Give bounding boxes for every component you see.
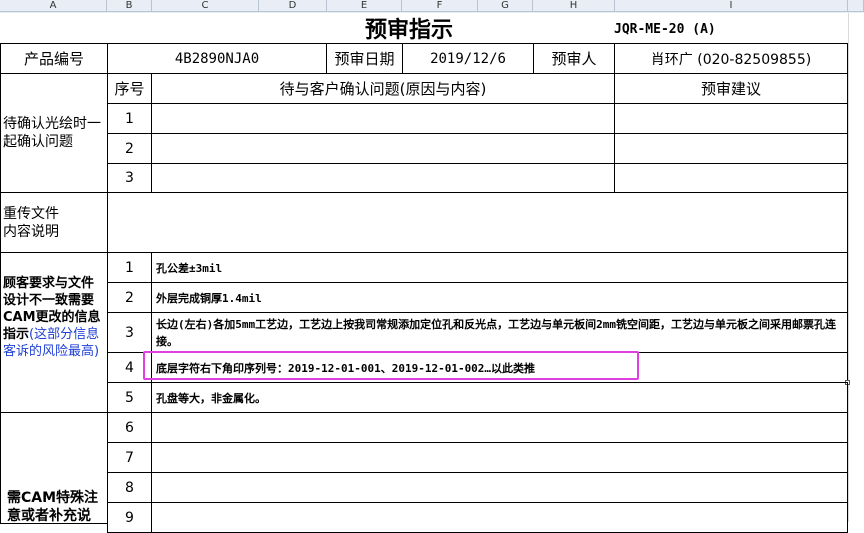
product-code-label: 产品编号 bbox=[0, 43, 108, 74]
seq-header: 序号 bbox=[107, 73, 152, 104]
pending-suggestion-cell[interactable] bbox=[614, 133, 848, 164]
column-header-g[interactable]: G bbox=[478, 0, 533, 12]
special-row-number: 6 bbox=[107, 412, 152, 443]
special-row-number: 7 bbox=[107, 442, 152, 473]
sheet-title: 预审指示 bbox=[364, 18, 453, 43]
mismatch-row-number: 4 bbox=[107, 352, 152, 383]
review-date-label: 预审日期 bbox=[326, 43, 403, 74]
special-row-number: 8 bbox=[107, 472, 152, 503]
mismatch-row-text[interactable]: 长边(左右)各加5mm工艺边，工艺边上按我司常规添加定位孔和反光点，工艺边与单元… bbox=[151, 312, 848, 353]
mismatch-label: 顾客要求与文件设计不一致需要CAM更改的信息指示(这部分信息客诉的风险最高) bbox=[0, 252, 108, 413]
column-header-h[interactable]: H bbox=[533, 0, 615, 12]
pending-question-cell[interactable] bbox=[151, 163, 615, 193]
pending-question-cell[interactable] bbox=[151, 133, 615, 164]
special-row-number: 9 bbox=[107, 502, 152, 533]
question-header: 待与客户确认问题(原因与内容) bbox=[151, 73, 615, 104]
mismatch-row-text[interactable]: 外层完成铜厚1.4mil bbox=[151, 282, 848, 313]
mismatch-row-text[interactable]: 底层字符右下角印序列号：2019-12-01-001、2019-12-01-00… bbox=[151, 352, 848, 383]
gridline bbox=[848, 13, 849, 522]
column-header-extra bbox=[848, 0, 864, 12]
column-header-c[interactable]: C bbox=[152, 0, 259, 12]
pending-row-number: 1 bbox=[107, 103, 152, 134]
reviewer-value[interactable]: 肖环广 (020-82509855) bbox=[614, 43, 848, 74]
doc-code: JQR-ME-20 (A) bbox=[614, 22, 716, 37]
pending-suggestion-cell[interactable] bbox=[614, 103, 848, 134]
pending-question-cell[interactable] bbox=[151, 103, 615, 134]
suggestion-header: 预审建议 bbox=[614, 73, 848, 104]
pending-suggestion-cell[interactable] bbox=[614, 163, 848, 193]
pending-row-number: 3 bbox=[107, 163, 152, 193]
column-header-d[interactable]: D bbox=[259, 0, 327, 12]
pending-section-label: 待确认光绘时一起确认问题 bbox=[0, 73, 108, 193]
reupload-content-cell[interactable] bbox=[107, 192, 848, 253]
column-header-e[interactable]: E bbox=[327, 0, 402, 12]
mismatch-row-number: 5 bbox=[107, 382, 152, 413]
special-row-text[interactable] bbox=[151, 502, 848, 533]
column-header-b[interactable]: B bbox=[107, 0, 152, 12]
mismatch-row-number: 1 bbox=[107, 252, 152, 283]
reupload-label: 重传文件内容说明 bbox=[0, 192, 108, 253]
product-code-value[interactable]: 4B2890NJA0 bbox=[107, 43, 327, 74]
special-row-text[interactable] bbox=[151, 442, 848, 473]
review-date-value[interactable]: 2019/12/6 bbox=[402, 43, 534, 74]
special-row-text[interactable] bbox=[151, 412, 848, 443]
mismatch-row-text[interactable]: 孔盘等大，非金属化。 bbox=[151, 382, 848, 413]
pending-row-number: 2 bbox=[107, 133, 152, 164]
mismatch-row-number: 3 bbox=[107, 312, 152, 353]
column-header-f[interactable]: F bbox=[402, 0, 478, 12]
column-header-i[interactable]: I bbox=[615, 0, 848, 12]
mismatch-row-number: 2 bbox=[107, 282, 152, 313]
column-header-a[interactable]: A bbox=[0, 0, 107, 12]
special-notes-label: 需CAM特殊注意或者补充说 bbox=[0, 412, 108, 524]
special-row-text[interactable] bbox=[151, 472, 848, 503]
reviewer-label: 预审人 bbox=[533, 43, 615, 74]
mismatch-row-text[interactable]: 孔公差±3mil bbox=[151, 252, 848, 283]
